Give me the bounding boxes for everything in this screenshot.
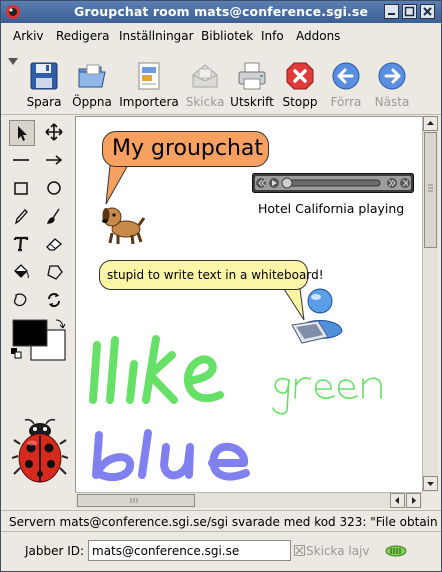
foreground-color-swatch bbox=[12, 319, 48, 347]
stop-icon bbox=[286, 62, 314, 90]
network-activity-icon bbox=[384, 544, 408, 561]
arrow-left-small-icon bbox=[395, 497, 399, 504]
drawing-ilike bbox=[89, 335, 224, 404]
tool-arrow[interactable] bbox=[42, 148, 68, 174]
menu-redigera[interactable]: Redigera bbox=[56, 29, 109, 43]
arrow-line-icon bbox=[46, 155, 63, 165]
tool-eraser[interactable] bbox=[42, 232, 68, 258]
scroll-left-button[interactable] bbox=[390, 493, 405, 508]
horizontal-scrollbar[interactable] bbox=[75, 492, 422, 508]
menu-bar: Arkiv Redigera Inställningar Bibliotek I… bbox=[1, 23, 441, 49]
import-document-icon bbox=[138, 62, 160, 90]
window-title: Groupchat room mats@conference.sgi.se bbox=[73, 4, 369, 19]
arrow-down-icon bbox=[427, 482, 434, 486]
polygon-icon bbox=[47, 265, 63, 280]
jabber-id-input[interactable] bbox=[88, 540, 291, 561]
send-envelope-icon bbox=[192, 64, 218, 88]
arrow-right-icon bbox=[378, 62, 406, 90]
scroll-down-button[interactable] bbox=[423, 476, 438, 491]
status-bar: Servern mats@conference.sgi.se/sgi svara… bbox=[1, 510, 441, 532]
pencil-icon bbox=[14, 209, 28, 225]
brush-icon bbox=[46, 208, 60, 224]
toolbar: Spara Öppna Importera Skicka Utskrift St… bbox=[1, 49, 441, 115]
horizontal-scroll-thumb[interactable] bbox=[77, 494, 195, 507]
oval-icon bbox=[47, 181, 61, 195]
freeform-shape-icon bbox=[13, 293, 27, 307]
menu-info[interactable]: Info bbox=[261, 29, 284, 43]
tool-freeform[interactable] bbox=[9, 288, 35, 314]
drawing-blue bbox=[92, 429, 250, 482]
open-button[interactable]: Öppna bbox=[63, 61, 121, 111]
groupchat-window: Groupchat room mats@conference.sgi.se Ar… bbox=[0, 0, 442, 572]
tool-oval[interactable] bbox=[42, 176, 68, 202]
tool-pencil[interactable] bbox=[9, 204, 35, 230]
ladybug-icon bbox=[11, 418, 69, 489]
status-message: Servern mats@conference.sgi.se/sgi svara… bbox=[9, 515, 438, 529]
rectangle-icon bbox=[14, 182, 28, 195]
arrow-right-small-icon bbox=[412, 497, 416, 504]
next-button[interactable]: Nästa bbox=[363, 61, 421, 111]
tool-text[interactable] bbox=[9, 232, 35, 258]
tool-rectangle[interactable] bbox=[9, 176, 35, 202]
eraser-icon bbox=[46, 238, 63, 251]
tool-brush[interactable] bbox=[42, 204, 68, 230]
floppy-disk-icon bbox=[30, 62, 58, 90]
whiteboard-canvas[interactable]: My groupchat Hotel California playing st… bbox=[75, 116, 422, 492]
drawing-green bbox=[272, 377, 382, 415]
vertical-scrollbar[interactable] bbox=[422, 116, 438, 492]
swap-colors-icon bbox=[55, 319, 66, 329]
close-button[interactable] bbox=[420, 4, 435, 19]
color-selector[interactable] bbox=[9, 316, 69, 362]
tool-line[interactable] bbox=[9, 148, 35, 174]
tool-polygon[interactable] bbox=[42, 260, 68, 286]
scroll-right-button[interactable] bbox=[406, 493, 421, 508]
menu-addons[interactable]: Addons bbox=[296, 29, 340, 43]
tool-move[interactable] bbox=[42, 120, 68, 146]
paint-bucket-icon bbox=[14, 264, 29, 279]
title-bar[interactable]: Groupchat room mats@conference.sgi.se bbox=[1, 1, 441, 23]
menu-bibliotek[interactable]: Bibliotek bbox=[201, 29, 253, 43]
menu-arkiv[interactable]: Arkiv bbox=[13, 29, 44, 43]
send-live-label: Skicka lajv bbox=[306, 544, 370, 558]
maximize-button[interactable] bbox=[402, 4, 417, 19]
arrow-left-icon bbox=[332, 62, 360, 90]
tool-palette bbox=[1, 116, 75, 510]
freehand-drawing-layer bbox=[89, 335, 382, 482]
open-folder-icon bbox=[78, 64, 106, 88]
send-live-checkbox[interactable]: Skicka lajv bbox=[294, 544, 370, 558]
pointer-icon bbox=[18, 126, 27, 141]
jabber-id-label: Jabber ID: bbox=[25, 544, 85, 558]
text-icon bbox=[13, 236, 29, 252]
menu-installningar[interactable]: Inställningar bbox=[119, 29, 194, 43]
printer-icon bbox=[238, 62, 266, 90]
rotate-icon bbox=[48, 293, 60, 307]
tool-pointer[interactable] bbox=[9, 120, 35, 146]
minimize-button[interactable] bbox=[384, 4, 399, 19]
tool-paint-bucket[interactable] bbox=[9, 260, 35, 286]
line-icon bbox=[13, 159, 29, 161]
arrow-up-icon bbox=[427, 121, 434, 125]
tool-rotate[interactable] bbox=[42, 288, 68, 314]
bottom-bar: Jabber ID: Skicka lajv bbox=[1, 532, 441, 571]
move-icon bbox=[45, 123, 63, 141]
send-live-check-icon bbox=[294, 545, 305, 556]
vertical-scroll-thumb[interactable] bbox=[424, 132, 437, 248]
scroll-up-button[interactable] bbox=[423, 116, 438, 131]
next-label: Nästa bbox=[374, 95, 410, 109]
